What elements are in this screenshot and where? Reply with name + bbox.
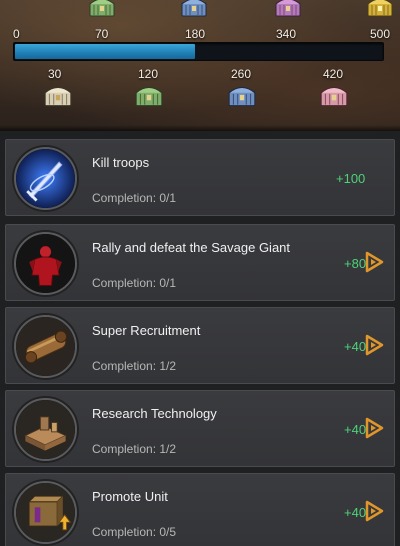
go-arrow-button[interactable] [363,500,385,522]
red-giant-icon [14,232,77,295]
recruitment-scroll-icon [14,315,77,378]
points-progress-fill [15,44,195,59]
list-item[interactable]: Research Technology Completion: 1/2 +40 [5,390,395,467]
milestone-label: 120 [138,67,159,81]
list-item[interactable]: Super Recruitment Completion: 1/2 +40 [5,307,395,384]
task-progress: Completion: 0/1 [92,276,177,290]
task-reward: +100 [336,171,366,186]
task-title: Promote Unit [92,489,168,504]
chest-420-icon[interactable] [319,84,349,108]
points-progress-bar [13,42,384,61]
task-progress: Completion: 0/5 [92,525,177,539]
milestone-label: 500 [370,27,391,41]
ice-sword-icon [14,147,77,210]
go-arrow-button[interactable] [363,251,385,273]
list-item[interactable]: Rally and defeat the Savage Giant Comple… [5,224,395,301]
chest-30-icon[interactable] [43,84,73,108]
go-arrow-button[interactable] [363,417,385,439]
milestone-label: 340 [276,27,297,41]
milestone-label: 70 [95,27,109,41]
task-title: Super Recruitment [92,323,201,338]
task-progress: Completion: 1/2 [92,442,177,456]
task-title: Research Technology [92,406,217,421]
chest-120-icon[interactable] [134,84,164,108]
research-building-icon [14,398,77,461]
chest-260-icon[interactable] [227,84,257,108]
task-progress: Completion: 1/2 [92,359,177,373]
chest-70-icon[interactable] [88,0,116,18]
task-title: Kill troops [92,155,150,170]
milestone-panel: 0 70 180 340 500 30 120 260 420 [0,0,400,131]
list-item[interactable]: Promote Unit Completion: 0/5 +40 [5,473,395,546]
task-progress: Completion: 0/1 [92,191,177,205]
chest-180-icon[interactable] [180,0,208,18]
milestone-label: 180 [185,27,206,41]
go-arrow-button[interactable] [363,334,385,356]
promote-unit-icon [14,481,77,544]
milestone-label: 0 [13,27,20,41]
task-list: Kill troops Completion: 0/1 +100 Rally a… [0,131,400,546]
milestone-label: 30 [48,67,62,81]
chest-500-icon[interactable] [366,0,394,18]
milestone-label: 420 [323,67,344,81]
task-title: Rally and defeat the Savage Giant [92,240,291,255]
milestone-label: 260 [231,67,252,81]
chest-340-icon[interactable] [274,0,302,18]
list-item[interactable]: Kill troops Completion: 0/1 +100 [5,139,395,216]
